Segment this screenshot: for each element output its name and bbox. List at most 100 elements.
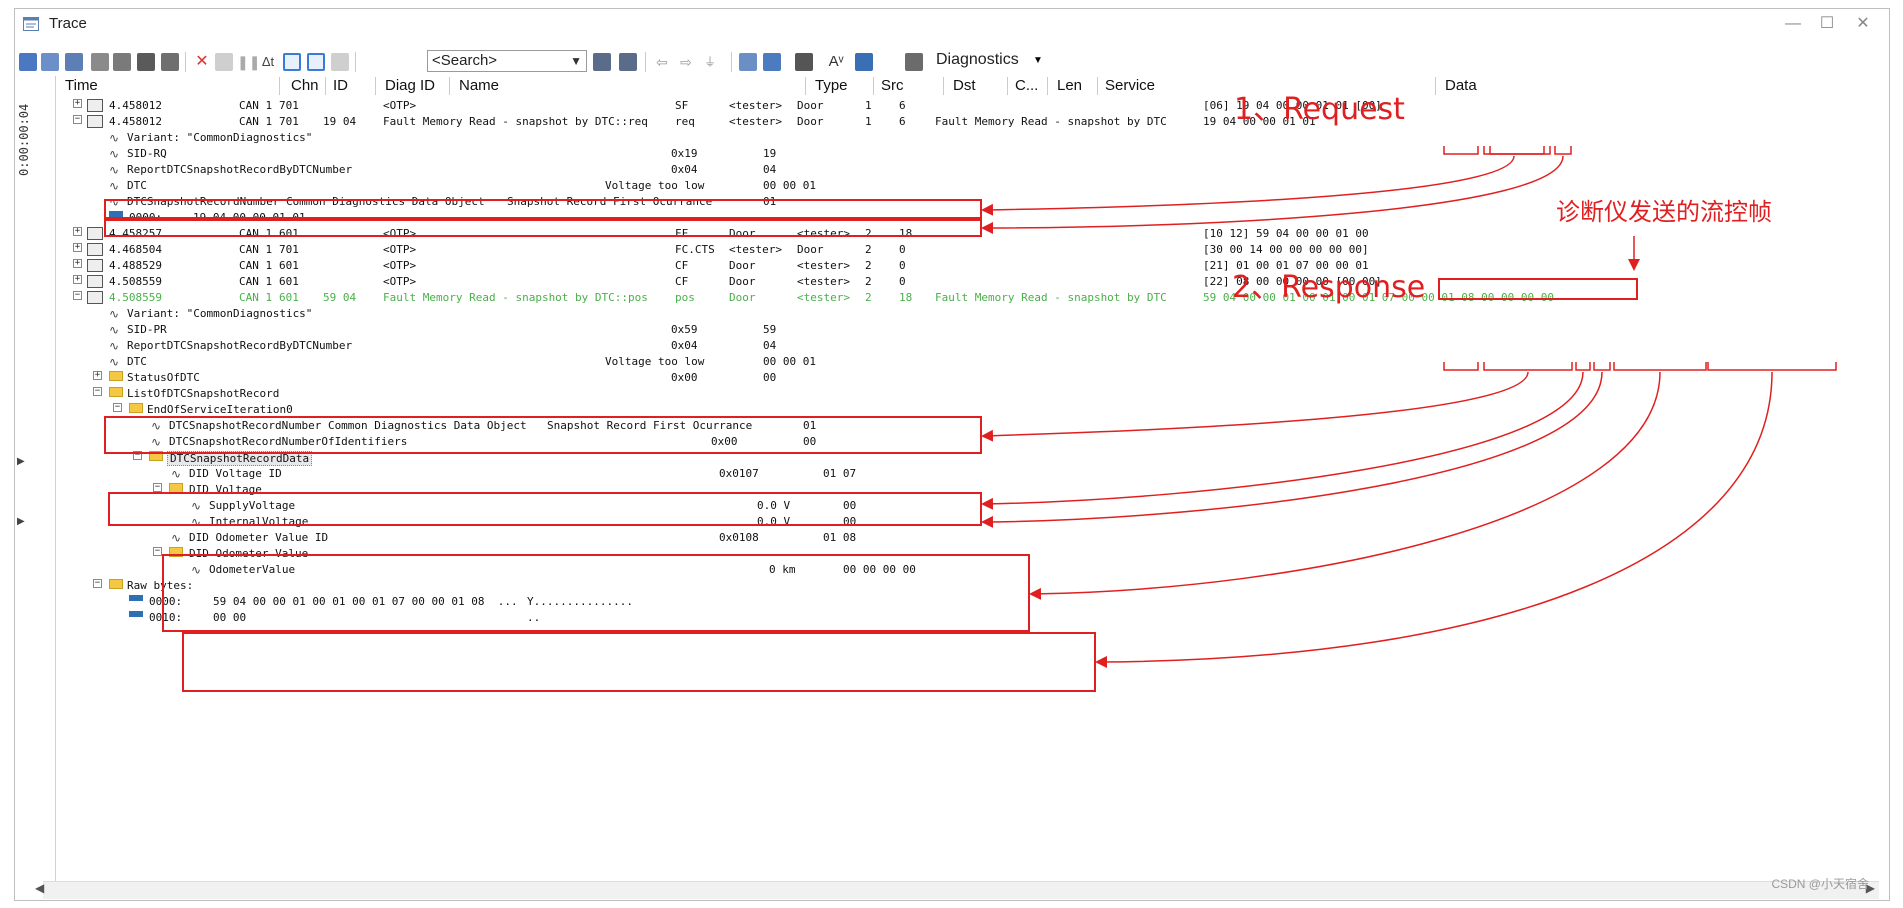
raw-bytes-icon: [129, 595, 143, 601]
marker-icon[interactable]: ⏚: [701, 53, 719, 71]
table-row[interactable]: + 4.488529 CAN 1 601 <OTP> CF Door <test…: [57, 257, 1889, 273]
export-icon[interactable]: [65, 53, 83, 71]
filter-icon[interactable]: [91, 53, 109, 71]
expand-icon[interactable]: +: [73, 243, 82, 252]
tree-row[interactable]: − EndOfServiceIteration0: [57, 401, 1889, 417]
find-previous-icon[interactable]: [593, 53, 611, 71]
tree-row[interactable]: − ListOfDTCSnapshotRecord: [57, 385, 1889, 401]
minimize-icon[interactable]: —: [1779, 13, 1807, 35]
line-style-icon[interactable]: [795, 53, 813, 71]
time-sidebar: 0:00:00:04 ▶ ▶: [15, 76, 56, 896]
clear-icon[interactable]: ✕: [193, 53, 211, 71]
columns-config-icon[interactable]: [763, 53, 781, 71]
col-id[interactable]: ID: [333, 77, 348, 94]
tree-row[interactable]: ∿ DTC Voltage too low 00 00 01: [57, 353, 1889, 369]
expand-icon[interactable]: +: [73, 227, 82, 236]
tree-row[interactable]: ∿ DID Odometer Value ID 0x0108 01 08: [57, 529, 1889, 545]
col-time[interactable]: Time: [65, 77, 98, 94]
config-icon[interactable]: [19, 53, 37, 71]
expand-icon[interactable]: +: [93, 371, 102, 380]
pause-icon[interactable]: ❚❚: [237, 53, 260, 71]
collapse-icon[interactable]: −: [153, 547, 162, 556]
collapse-icon[interactable]: −: [73, 115, 82, 124]
signal-icon: ∿: [109, 163, 120, 177]
col-src[interactable]: Src: [881, 77, 904, 94]
signal-icon: ∿: [109, 131, 120, 145]
trace-window: Trace — ☐ ✕ ✕ ❚❚ Δt <Search> ▼ ⇦ ⇨ ⏚ Aᵛ …: [14, 8, 1890, 901]
collapse-icon[interactable]: −: [93, 387, 102, 396]
chart-icon[interactable]: [41, 53, 59, 71]
sidebar-expand-icon-2[interactable]: ▶: [17, 516, 25, 527]
scroll-left-icon[interactable]: ◀: [35, 881, 44, 895]
tree-row[interactable]: ∿ Variant: "CommonDiagnostics": [57, 129, 1889, 145]
response-label: 2、Response: [1232, 270, 1426, 305]
column-header: Time Chn ID Diag ID Name Type Src Dst C.…: [57, 77, 1889, 97]
highlight-box-did-voltage: [162, 554, 1030, 632]
tree-row[interactable]: + StatusOfDTC 0x00 00: [57, 369, 1889, 385]
col-data[interactable]: Data: [1445, 77, 1477, 94]
search-input[interactable]: <Search>: [432, 52, 497, 69]
table-row[interactable]: + 4.468504 CAN 1 701 <OTP> FC.CTS <teste…: [57, 241, 1889, 257]
chronological-icon[interactable]: [307, 53, 325, 71]
col-chn[interactable]: Chn: [291, 77, 319, 94]
message-icon: [87, 259, 103, 272]
find-next-icon[interactable]: [619, 53, 637, 71]
tree-row[interactable]: ∿ Variant: "CommonDiagnostics": [57, 305, 1889, 321]
binoculars-icon[interactable]: [161, 53, 179, 71]
expand-icon[interactable]: +: [73, 259, 82, 268]
col-name[interactable]: Name: [459, 77, 499, 94]
search-combobox[interactable]: <Search> ▼: [427, 50, 587, 72]
sidebar-expand-icon[interactable]: ▶: [17, 456, 25, 467]
columns-icon[interactable]: [331, 53, 349, 71]
signal-icon: ∿: [109, 339, 120, 353]
signal-icon: ∿: [109, 179, 120, 193]
font-size-icon[interactable]: Aᵛ: [827, 53, 845, 71]
diagnostics-icon[interactable]: [905, 53, 923, 71]
expand-icon[interactable]: +: [73, 275, 82, 284]
collapse-icon[interactable]: −: [153, 483, 162, 492]
filter-delete-icon[interactable]: [113, 53, 131, 71]
signal-icon: ∿: [171, 467, 182, 481]
table-row[interactable]: − 4.458012 CAN 1 701 19 04 Fault Memory …: [57, 113, 1889, 129]
table-row[interactable]: + 4.458012 CAN 1 701 <OTP> SF <tester> D…: [57, 97, 1889, 113]
tree-row[interactable]: ∿ DID Voltage ID 0x0107 01 07: [57, 465, 1889, 481]
filter-funnel-icon[interactable]: [137, 53, 155, 71]
highlight-box-record-request: [104, 219, 982, 237]
col-type[interactable]: Type: [815, 77, 848, 94]
scroll-mode-icon[interactable]: [283, 53, 301, 71]
delta-time-icon[interactable]: Δt: [259, 53, 277, 71]
watermark: CSDN @小天宿舍: [1771, 877, 1869, 891]
tree-row[interactable]: ∿ ReportDTCSnapshotRecordByDTCNumber 0x0…: [57, 161, 1889, 177]
collapse-icon[interactable]: −: [73, 291, 82, 300]
title-bar: Trace — ☐ ✕: [15, 9, 1889, 39]
col-c[interactable]: C...: [1015, 77, 1038, 94]
highlight-box-record-response: [108, 492, 982, 526]
raw-bytes-icon: [129, 611, 143, 617]
tree-row[interactable]: ∿ ReportDTCSnapshotRecordByDTCNumber 0x0…: [57, 337, 1889, 353]
window-layout-icon[interactable]: [739, 53, 757, 71]
col-diag-id[interactable]: Diag ID: [385, 77, 435, 94]
signal-icon: ∿: [109, 323, 120, 337]
col-service[interactable]: Service: [1105, 77, 1155, 94]
close-window-icon[interactable]: ✕: [1849, 13, 1877, 35]
arrow-left-icon[interactable]: ⇦: [653, 53, 671, 71]
tree-row[interactable]: ∿ DTC Voltage too low 00 00 01: [57, 177, 1889, 193]
request-label: 1、Request: [1234, 92, 1405, 127]
collapse-icon[interactable]: −: [113, 403, 122, 412]
message-icon: [87, 99, 103, 112]
arrow-right-icon[interactable]: ⇨: [677, 53, 695, 71]
expand-icon[interactable]: +: [73, 99, 82, 108]
chevron-down-icon[interactable]: ▼: [570, 51, 582, 71]
col-dst[interactable]: Dst: [953, 77, 976, 94]
col-len[interactable]: Len: [1057, 77, 1082, 94]
horizontal-scrollbar[interactable]: [43, 881, 1879, 899]
diagnostics-menu-label[interactable]: Diagnostics: [936, 51, 1019, 69]
color-icon[interactable]: [855, 53, 873, 71]
disabled-icon[interactable]: [215, 53, 233, 71]
tree-row[interactable]: ∿ SID-PR 0x59 59: [57, 321, 1889, 337]
maximize-icon[interactable]: ☐: [1813, 13, 1841, 35]
collapse-icon[interactable]: −: [93, 579, 102, 588]
tree-row[interactable]: ∿ SID-RQ 0x19 19: [57, 145, 1889, 161]
diagnostics-dropdown-icon[interactable]: ▼: [1033, 55, 1043, 66]
time-readout: 0:00:00:04: [17, 103, 31, 176]
